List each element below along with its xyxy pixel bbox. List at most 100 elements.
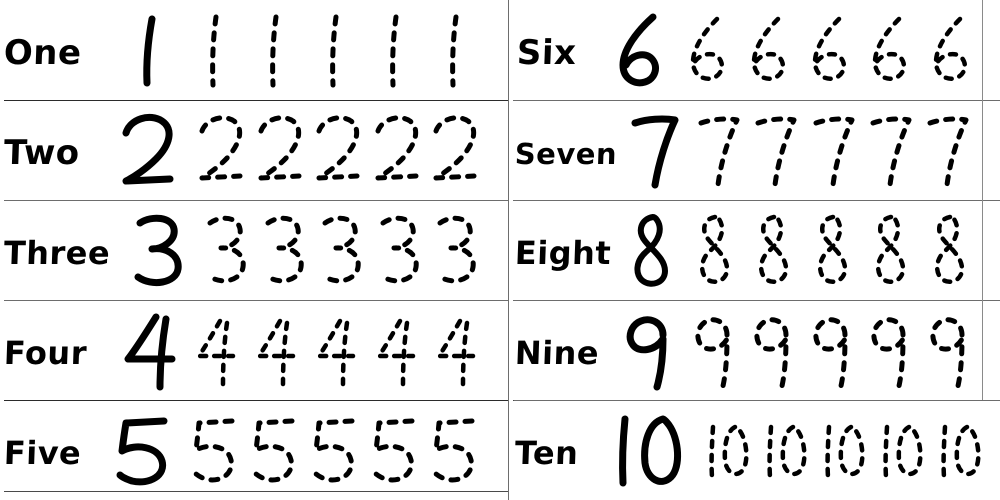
trace-digit-five[interactable]: [246, 407, 304, 493]
trace-digit-one[interactable]: [428, 7, 484, 93]
trace-digit-seven[interactable]: [691, 107, 747, 193]
trace-digit-three[interactable]: [313, 207, 369, 293]
word-label-nine-text: Nine: [514, 334, 600, 372]
trace-digit-ten[interactable]: [699, 407, 757, 493]
worksheet-grid: One Six Two Seven Three Eight Four Nine …: [0, 0, 1000, 500]
trace-digit-nine[interactable]: [803, 307, 859, 393]
word-label-ten-text: Ten: [514, 434, 579, 472]
worksheet-row-ten: Ten: [508, 400, 1000, 500]
trace-digit-two[interactable]: [309, 107, 367, 193]
trace-digit-nine[interactable]: [744, 307, 800, 393]
trace-digit-three[interactable]: [256, 207, 312, 293]
trace-digit-eight[interactable]: [746, 207, 800, 293]
word-label-ten: Ten: [509, 422, 606, 478]
trace-strip-seven: [691, 100, 1000, 200]
word-label-three: Three: [0, 222, 125, 278]
trace-digit-three[interactable]: [371, 207, 427, 293]
trace-digit-nine[interactable]: [685, 307, 741, 393]
trace-digit-three[interactable]: [198, 207, 254, 293]
worksheet-row-two: Two: [0, 100, 508, 200]
word-label-five: Five: [0, 422, 107, 478]
trace-digit-nine[interactable]: [920, 307, 976, 393]
trace-digit-five[interactable]: [426, 407, 484, 493]
trace-digit-seven[interactable]: [863, 107, 919, 193]
word-label-seven-text: Seven: [514, 137, 617, 171]
number-tracing-worksheet: One Six Two Seven Three Eight Four Nine …: [0, 0, 1000, 500]
worksheet-row-eight: Eight: [508, 200, 1000, 300]
trace-digit-seven[interactable]: [920, 107, 976, 193]
worksheet-row-six: Six: [508, 0, 1000, 100]
word-label-eight-text: Eight: [514, 234, 612, 272]
trace-digit-one[interactable]: [248, 7, 304, 93]
trace-digit-eight[interactable]: [687, 207, 741, 293]
trace-digit-one[interactable]: [188, 7, 244, 93]
trace-strip-three: [198, 200, 508, 300]
word-label-two-text: Two: [3, 133, 80, 173]
trace-digit-five[interactable]: [306, 407, 364, 493]
trace-digit-one[interactable]: [368, 7, 424, 93]
trace-strip-eight: [687, 200, 1000, 300]
worksheet-row-nine: Nine: [508, 300, 1000, 400]
trace-digit-five[interactable]: [186, 407, 244, 493]
trace-digit-two[interactable]: [368, 107, 426, 193]
trace-digit-two[interactable]: [192, 107, 250, 193]
word-label-eight: Eight: [509, 222, 620, 278]
trace-digit-two[interactable]: [251, 107, 309, 193]
worksheet-row-five: Five: [0, 400, 508, 500]
trace-digit-three[interactable]: [428, 207, 484, 293]
trace-digit-ten[interactable]: [931, 407, 989, 493]
model-digit-nine: [626, 316, 667, 391]
trace-digit-six[interactable]: [738, 7, 794, 93]
trace-digit-four[interactable]: [368, 307, 424, 393]
trace-digit-ten[interactable]: [757, 407, 815, 493]
trace-digit-ten[interactable]: [815, 407, 873, 493]
word-label-six-text: Six: [516, 33, 577, 73]
trace-digit-eight[interactable]: [805, 207, 859, 293]
word-label-seven: Seven: [509, 122, 622, 178]
model-digit-eight: [634, 214, 668, 287]
worksheet-row-one: One: [0, 0, 508, 100]
worksheet-row-three: Three: [0, 200, 508, 300]
trace-digit-four[interactable]: [248, 307, 304, 393]
word-label-nine: Nine: [509, 322, 614, 378]
model-digit-two: [122, 114, 174, 185]
trace-strip-one: [188, 0, 508, 100]
word-label-six: Six: [509, 22, 606, 78]
trace-digit-six[interactable]: [799, 7, 855, 93]
trace-digit-ten[interactable]: [873, 407, 931, 493]
trace-digit-one[interactable]: [308, 7, 364, 93]
trace-strip-two: [192, 100, 508, 200]
trace-digit-four[interactable]: [428, 307, 484, 393]
word-label-three-text: Three: [3, 234, 111, 272]
trace-strip-four: [188, 300, 508, 400]
trace-strip-ten: [699, 400, 1000, 500]
model-digit-six: [619, 13, 659, 87]
trace-digit-six[interactable]: [859, 7, 915, 93]
model-digit-three: [134, 214, 182, 287]
trace-digit-four[interactable]: [308, 307, 364, 393]
model-digit-four: [124, 313, 176, 391]
trace-digit-nine[interactable]: [861, 307, 917, 393]
word-label-four-text: Four: [3, 334, 87, 372]
trace-digit-two[interactable]: [426, 107, 484, 193]
trace-digit-five[interactable]: [366, 407, 424, 493]
word-label-two: Two: [0, 122, 113, 178]
trace-digit-eight[interactable]: [922, 207, 976, 293]
trace-digit-seven[interactable]: [748, 107, 804, 193]
trace-digit-six[interactable]: [920, 7, 976, 93]
trace-digit-seven[interactable]: [806, 107, 862, 193]
model-digit-seven: [631, 115, 679, 189]
model-digit-five: [116, 417, 168, 486]
model-digit-ten: [619, 415, 681, 487]
word-label-one: One: [0, 22, 113, 78]
word-label-five-text: Five: [3, 434, 82, 472]
trace-strip-five: [186, 400, 508, 500]
word-label-four: Four: [0, 322, 113, 378]
trace-strip-nine: [685, 300, 1000, 400]
trace-digit-four[interactable]: [188, 307, 244, 393]
worksheet-row-four: Four: [0, 300, 508, 400]
trace-strip-six: [677, 0, 1000, 100]
word-label-one-text: One: [3, 33, 82, 73]
trace-digit-eight[interactable]: [863, 207, 917, 293]
trace-digit-six[interactable]: [677, 7, 733, 93]
